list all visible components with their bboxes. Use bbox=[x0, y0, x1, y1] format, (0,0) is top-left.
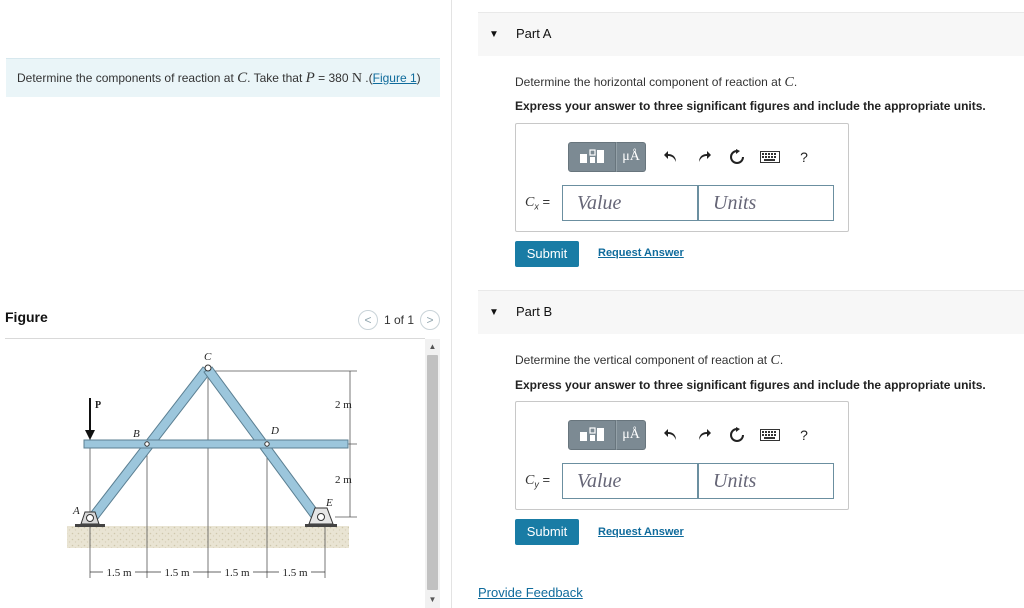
part-b-title: Part B bbox=[516, 304, 553, 319]
label-b: B bbox=[133, 428, 140, 440]
part-a-request-answer-link[interactable]: Request Answer bbox=[598, 247, 684, 259]
pin-d bbox=[264, 441, 270, 447]
dim-span-1: 1.5 m bbox=[106, 567, 132, 579]
part-b-question: Determine the vertical component of reac… bbox=[515, 353, 783, 369]
label-d: D bbox=[270, 425, 279, 437]
part-a-question: Determine the horizontal component of re… bbox=[515, 75, 797, 91]
part-b-variable: Cy = bbox=[525, 472, 550, 490]
problem-text-mid: . Take that bbox=[247, 71, 306, 85]
collapse-caret-icon[interactable]: ▼ bbox=[489, 29, 499, 40]
units-mu-icon[interactable]: μÅ bbox=[616, 420, 646, 450]
part-b-question-suffix: . bbox=[779, 353, 784, 367]
part-a-question-prefix: Determine the horizontal component of re… bbox=[515, 75, 785, 89]
part-a-submit-button[interactable]: Submit bbox=[515, 241, 579, 267]
dim-span-3: 1.5 m bbox=[224, 567, 250, 579]
collapse-caret-icon[interactable]: ▼ bbox=[489, 307, 499, 318]
part-a-variable: Cx = bbox=[525, 194, 550, 212]
part-b-var-symbol: C bbox=[525, 473, 535, 488]
part-a-title: Part A bbox=[516, 26, 552, 41]
provide-feedback-link[interactable]: Provide Feedback bbox=[478, 585, 583, 600]
figure-header: Figure < 1 of 1 > bbox=[5, 308, 440, 334]
figure-link[interactable]: Figure 1 bbox=[373, 71, 417, 85]
figure-image: C B D P A E 2 m 2 m 1.5 m 1.5 m 1.5 m 1.… bbox=[5, 340, 425, 608]
problem-equals: = 380 bbox=[314, 71, 352, 85]
problem-var: P bbox=[305, 70, 315, 86]
undo-icon[interactable] bbox=[654, 420, 687, 450]
problem-unit: N bbox=[351, 71, 362, 86]
redo-icon[interactable] bbox=[687, 420, 720, 450]
part-b-instruction: Express your answer to three significant… bbox=[515, 378, 986, 392]
pin-b bbox=[144, 441, 150, 447]
load-arrow-p bbox=[85, 398, 95, 440]
dim-span-4: 1.5 m bbox=[282, 567, 308, 579]
problem-text-prefix: Determine the components of reaction at bbox=[17, 71, 238, 85]
label-a: A bbox=[72, 505, 80, 517]
part-b-question-point: C bbox=[770, 353, 780, 368]
part-b-value-input[interactable]: Value bbox=[562, 463, 698, 499]
dim-lower-height: 2 m bbox=[335, 474, 352, 486]
dim-upper-height: 2 m bbox=[335, 399, 352, 411]
part-b-equals: = bbox=[538, 472, 551, 487]
part-b-submit-button[interactable]: Submit bbox=[515, 519, 579, 545]
part-a-answer-box: μÅ ? Cx = Value Units bbox=[515, 123, 849, 232]
part-b-toolbar: μÅ ? bbox=[568, 420, 818, 450]
part-a-units-input[interactable]: Units bbox=[698, 185, 834, 221]
figure-pager: < 1 of 1 > bbox=[357, 310, 440, 330]
problem-panel: Determine the components of reaction at … bbox=[0, 0, 440, 608]
help-icon[interactable]: ? bbox=[790, 420, 818, 450]
part-a-question-point: C bbox=[784, 75, 794, 90]
reset-icon[interactable] bbox=[720, 420, 753, 450]
next-figure-button[interactable]: > bbox=[420, 310, 440, 330]
prev-figure-button[interactable]: < bbox=[357, 310, 378, 330]
label-p: P bbox=[95, 400, 101, 411]
undo-icon[interactable] bbox=[654, 142, 687, 172]
chevron-right-icon: > bbox=[426, 313, 434, 327]
column-divider bbox=[451, 0, 452, 608]
part-b-request-answer-link[interactable]: Request Answer bbox=[598, 526, 684, 538]
scroll-down-arrow-icon[interactable]: ▼ bbox=[425, 594, 440, 606]
figure-scrollbar[interactable]: ▲ ▼ bbox=[425, 339, 440, 608]
problem-point: C bbox=[237, 70, 248, 86]
reset-icon[interactable] bbox=[720, 142, 753, 172]
keyboard-icon[interactable] bbox=[753, 420, 786, 450]
problem-link-prefix: .( bbox=[361, 71, 373, 85]
problem-link-suffix: ) bbox=[416, 71, 421, 85]
label-c: C bbox=[204, 351, 212, 363]
part-a-question-suffix: . bbox=[793, 75, 798, 89]
member-bd bbox=[83, 439, 349, 449]
part-a-toolbar: μÅ ? bbox=[568, 142, 818, 172]
problem-statement: Determine the components of reaction at … bbox=[6, 58, 440, 97]
part-a-value-input[interactable]: Value bbox=[562, 185, 698, 221]
part-b-answer-box: μÅ ? Cy = Value Units bbox=[515, 401, 849, 510]
scroll-up-arrow-icon[interactable]: ▲ bbox=[425, 341, 440, 353]
pin-c bbox=[204, 364, 212, 372]
pager-text: 1 of 1 bbox=[383, 313, 414, 327]
part-a-var-symbol: C bbox=[525, 195, 535, 210]
part-b-header[interactable]: ▼ Part B bbox=[478, 290, 1024, 334]
help-icon[interactable]: ? bbox=[790, 142, 818, 172]
part-b-units-input[interactable]: Units bbox=[698, 463, 834, 499]
redo-icon[interactable] bbox=[687, 142, 720, 172]
templates-icon[interactable] bbox=[568, 420, 616, 450]
part-a-header[interactable]: ▼ Part A bbox=[478, 12, 1024, 56]
part-a-equals: = bbox=[538, 194, 551, 209]
part-b-question-prefix: Determine the vertical component of reac… bbox=[515, 353, 771, 367]
figure-title: Figure bbox=[5, 309, 48, 325]
dim-span-2: 1.5 m bbox=[164, 567, 190, 579]
label-e: E bbox=[325, 497, 333, 509]
units-mu-icon[interactable]: μÅ bbox=[616, 142, 646, 172]
templates-icon[interactable] bbox=[568, 142, 616, 172]
truss-diagram: C B D P A E 2 m 2 m 1.5 m 1.5 m 1.5 m 1.… bbox=[67, 351, 357, 579]
chevron-left-icon: < bbox=[364, 313, 372, 327]
scroll-thumb[interactable] bbox=[427, 355, 438, 590]
part-a-instruction: Express your answer to three significant… bbox=[515, 99, 986, 113]
keyboard-icon[interactable] bbox=[753, 142, 786, 172]
figure-divider bbox=[5, 338, 425, 339]
